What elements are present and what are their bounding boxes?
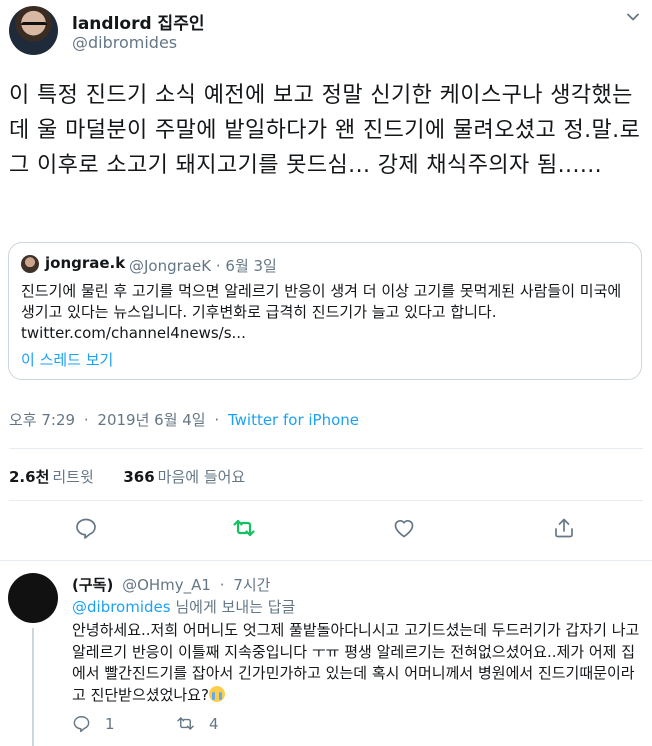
quote-avatar xyxy=(21,255,39,273)
likes-stat[interactable]: 366 마음에 들어요 xyxy=(123,468,245,486)
like-count: 366 xyxy=(123,468,155,486)
like-label: 마음에 들어요 xyxy=(157,468,246,486)
share-icon[interactable] xyxy=(552,516,576,540)
reply-reply-action[interactable]: 1 xyxy=(72,714,115,733)
tweet-text: 이 특정 진드기 소식 예전에 보고 정말 신기한 케이스구나 생각했는데 울 … xyxy=(9,83,641,178)
reply-icon xyxy=(73,716,90,733)
reply-reply-count: 1 xyxy=(105,714,115,733)
replying-suffix: 님에게 보내는 답글 xyxy=(175,598,296,616)
replying-mention[interactable]: @dibromides xyxy=(72,598,171,616)
reply-text-block: 안녕하세요..저희 어머니도 엇그제 풀밭돌아다니시고 고기드셨는데 두드러기가… xyxy=(72,620,646,706)
author-avatar[interactable] xyxy=(9,6,58,55)
reply-avatar[interactable] xyxy=(8,573,58,623)
quoted-tweet[interactable]: jongrae.k @JongraeK · 6월 3일 진드기에 물린 후 고기… xyxy=(8,242,642,380)
quote-text: 진드기에 물린 후 고기를 먹으면 알레르기 반응이 생겨 더 이상 고기를 못… xyxy=(21,282,622,342)
replying-to: @dibromides 님에게 보내는 답글 xyxy=(72,596,295,617)
retweets-stat[interactable]: 2.6천 리트윗 xyxy=(9,468,94,486)
quote-handle: @JongraeK xyxy=(129,257,212,275)
divider xyxy=(9,500,643,501)
divider xyxy=(0,560,652,561)
retweet-count: 2.6천 xyxy=(9,468,50,486)
avatar-glasses xyxy=(21,22,47,29)
tweet-date[interactable]: 2019년 6월 4일 xyxy=(97,411,205,429)
retweet-label: 리트윗 xyxy=(52,468,94,486)
meta-dot: · xyxy=(214,411,220,429)
thread-line xyxy=(32,628,34,746)
reply-time[interactable]: 7시간 xyxy=(233,576,270,594)
crying-face-emoji xyxy=(208,685,225,702)
tweet-time[interactable]: 오후 7:29 xyxy=(9,411,75,429)
reply-author-name[interactable]: (구독) xyxy=(72,576,113,594)
reply-handle[interactable]: @OHmy_A1 xyxy=(122,576,211,594)
heart-icon[interactable] xyxy=(392,516,416,540)
quote-author-name: jongrae.k xyxy=(45,254,126,272)
chevron-down-icon[interactable] xyxy=(626,10,640,24)
tweet-timestamp: 오후 7:29 · 2019년 6월 4일 · Twitter for iPho… xyxy=(9,409,359,430)
meta-dot: · xyxy=(83,411,89,429)
reply-header: (구독) @OHmy_A1 · 7시간 xyxy=(72,574,270,595)
reply-text: 안녕하세요..저희 어머니도 엇그제 풀밭돌아다니시고 고기드셨는데 두드러기가… xyxy=(72,621,640,704)
author-handle[interactable]: @dibromides xyxy=(72,33,177,52)
reply-retweet-count: 4 xyxy=(209,714,219,733)
reply-retweet-action[interactable]: 4 xyxy=(176,714,219,733)
retweet-icon[interactable] xyxy=(232,516,256,540)
tweet-stats: 2.6천 리트윗 366 마음에 들어요 xyxy=(9,466,245,487)
reply-icon[interactable] xyxy=(74,516,98,540)
reply-tweet[interactable]: (구독) @OHmy_A1 · 7시간 @dibromides 님에게 보내는 … xyxy=(0,568,652,746)
quote-dot: · xyxy=(215,257,221,275)
quote-handle-date: @JongraeK · 6월 3일 xyxy=(129,255,277,276)
quote-date: 6월 3일 xyxy=(225,257,277,275)
reply-dot: · xyxy=(219,576,225,594)
tweet-source-link[interactable]: Twitter for iPhone xyxy=(228,411,359,429)
author-name[interactable]: landlord 집주인 xyxy=(72,9,204,34)
divider xyxy=(9,448,643,449)
show-thread-link[interactable]: 이 스레드 보기 xyxy=(21,349,113,370)
retweet-icon xyxy=(177,717,194,730)
